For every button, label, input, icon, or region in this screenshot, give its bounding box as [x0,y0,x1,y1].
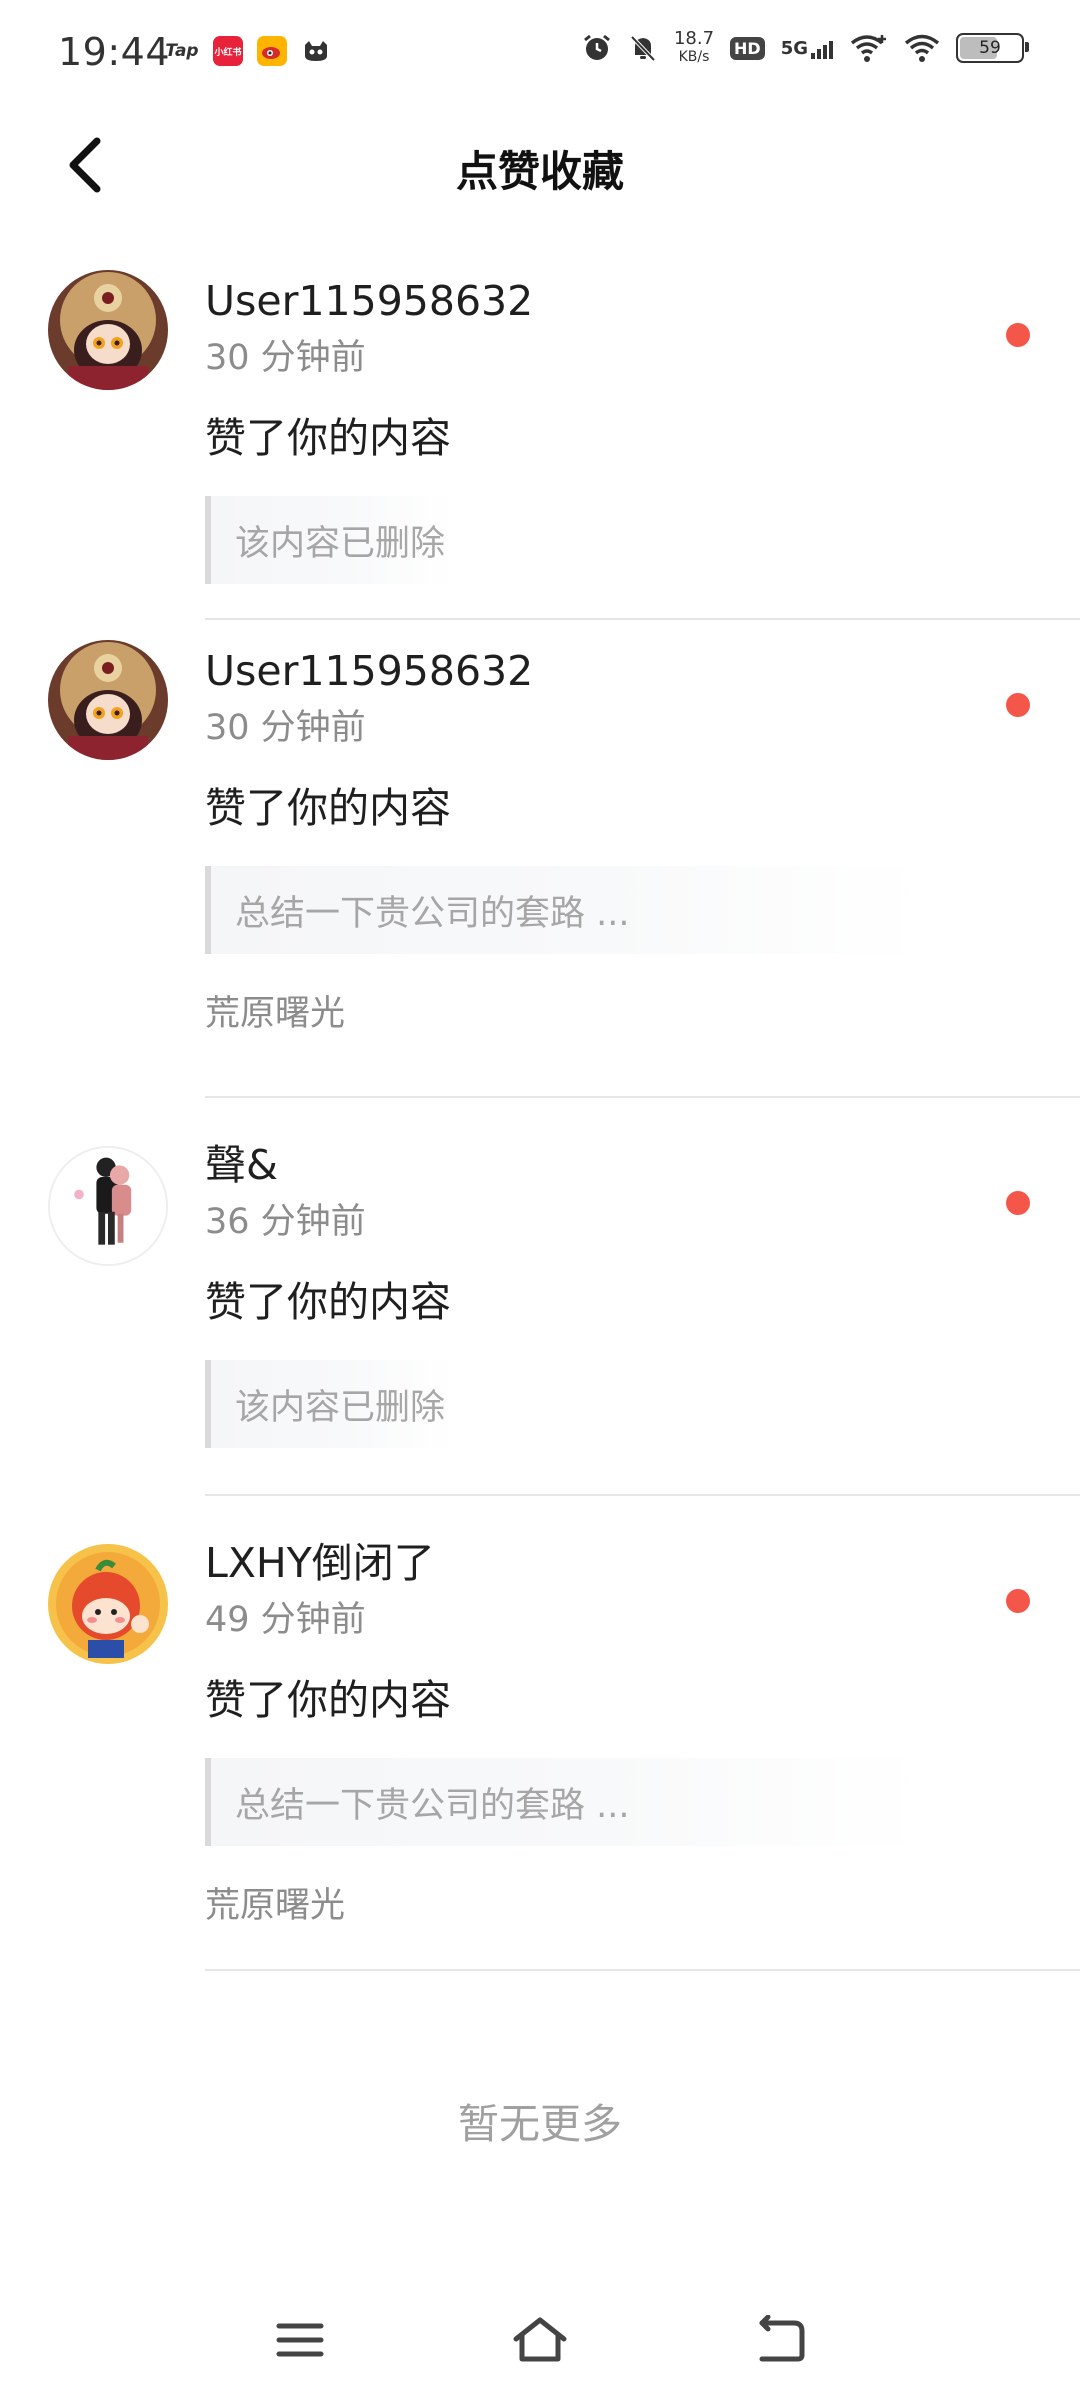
system-nav-bar [0,2280,1080,2400]
status-bar: 19:44 Tap 小红书 18.7 KB/s HD 5G 59 [0,0,1080,110]
hd-badge: HD [730,36,765,60]
mute-bell-icon [630,35,656,62]
timestamp: 49 分钟前 [205,1600,366,1640]
battery-indicator: 59 [956,33,1029,63]
quoted-content-text: 该内容已删除 [235,1387,446,1428]
wifi-plus-icon [850,35,886,62]
quoted-content-text: 总结一下贵公司的套路 ... [235,893,630,934]
status-app-icons: Tap 小红书 [165,36,331,66]
notification-list: User115958632 30 分钟前 赞了你的内容 该内容已删除 User1… [0,250,1080,1971]
unread-dot [1006,323,1030,347]
quoted-content[interactable]: 总结一下贵公司的套路 ... [205,866,925,954]
return-button[interactable] [742,2300,822,2380]
action-text: 赞了你的内容 [205,1278,451,1326]
cat-app-icon [301,36,331,66]
tap-app-icon: Tap [165,41,199,61]
timestamp: 30 分钟前 [205,708,366,748]
quoted-content[interactable]: 该内容已删除 [205,496,455,584]
username[interactable]: User115958632 [205,272,1080,330]
menu-button[interactable] [260,2300,340,2380]
home-button[interactable] [500,2300,580,2380]
source-name[interactable]: 荒原曙光 [205,1878,1080,1934]
battery-level: 59 [979,38,1001,58]
notification-item[interactable]: LXHY倒闭了 49 分钟前 赞了你的内容 总结一下贵公司的套路 ... 荒原曙… [0,1496,1080,1971]
unread-dot [1006,693,1030,717]
cellular-signal: 5G [781,38,834,59]
quoted-content-text: 总结一下贵公司的套路 ... [235,1785,630,1826]
network-type: 5G [780,37,808,59]
username[interactable]: LXHY倒闭了 [205,1534,1080,1592]
avatar[interactable] [48,640,168,760]
source-name[interactable]: 荒原曙光 [205,986,1080,1042]
xiaohongshu-app-label: 小红书 [214,47,242,58]
timestamp: 30 分钟前 [205,338,366,378]
notification-item[interactable]: User115958632 30 分钟前 赞了你的内容 该内容已删除 [0,250,1080,620]
unread-dot [1006,1191,1030,1215]
home-icon [513,2317,567,2362]
signal-bars-icon [811,40,833,59]
avatar[interactable] [48,1544,168,1664]
xiaohongshu-app-icon: 小红书 [213,36,243,66]
menu-icon [276,2323,324,2357]
status-indicators: 18.7 KB/s HD 5G 59 [582,30,1029,66]
action-text: 赞了你的内容 [205,1676,451,1724]
alarm-icon [584,34,610,60]
avatar[interactable] [48,1146,168,1266]
username[interactable]: User115958632 [205,642,1080,700]
avatar[interactable] [48,270,168,390]
quoted-content-text: 该内容已删除 [235,523,446,564]
page-header: 点赞收藏 [0,110,1080,220]
return-icon [759,2315,805,2362]
no-more-text: 暂无更多 [458,2100,622,2148]
timestamp: 36 分钟前 [205,1202,366,1242]
network-speed: 18.7 KB/s [674,30,714,66]
weibo-app-icon [257,36,287,66]
status-time: 19:44 [58,30,171,74]
network-speed-unit: KB/s [678,49,710,65]
username[interactable]: 聲& [205,1136,1080,1194]
action-text: 赞了你的内容 [205,784,451,832]
wifi-icon [904,34,940,62]
page-title: 点赞收藏 [455,147,624,196]
unread-dot [1006,1589,1030,1613]
notification-item[interactable]: 聲& 36 分钟前 赞了你的内容 该内容已删除 [0,1098,1080,1496]
quoted-content[interactable]: 总结一下贵公司的套路 ... [205,1758,925,1846]
network-speed-value: 18.7 [673,28,715,49]
quoted-content[interactable]: 该内容已删除 [205,1360,455,1448]
notification-item[interactable]: User115958632 30 分钟前 赞了你的内容 总结一下贵公司的套路 .… [0,620,1080,1098]
divider [205,1969,1080,1971]
action-text: 赞了你的内容 [205,414,451,462]
